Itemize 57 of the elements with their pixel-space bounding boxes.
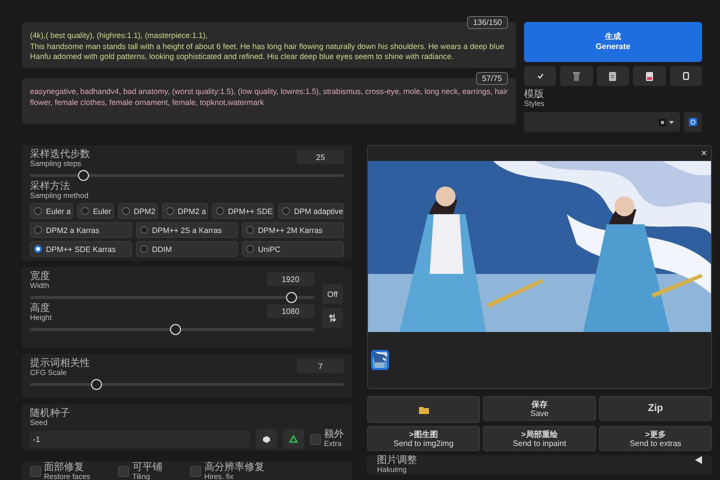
slider-thumb[interactable] bbox=[286, 292, 298, 303]
clear-icon[interactable] bbox=[659, 118, 666, 126]
trash-button[interactable] bbox=[560, 66, 593, 86]
number-field[interactable]: 25 bbox=[297, 150, 344, 164]
radio-button[interactable] bbox=[166, 207, 174, 215]
radio-button[interactable] bbox=[246, 226, 254, 234]
zip-button[interactable]: Zip bbox=[599, 396, 712, 421]
swap-icon bbox=[329, 314, 336, 322]
caret-icon bbox=[669, 120, 674, 124]
slider-thumb[interactable] bbox=[78, 170, 90, 181]
recycle-icon bbox=[289, 434, 298, 444]
dice-button[interactable] bbox=[256, 429, 277, 449]
refresh-button[interactable] bbox=[684, 112, 702, 132]
folder-icon bbox=[418, 406, 428, 414]
trash-icon bbox=[573, 72, 580, 80]
check-icon bbox=[536, 73, 544, 79]
send-button[interactable]: >局部重绘 Send to inpaint bbox=[483, 426, 596, 451]
radio-button[interactable] bbox=[122, 207, 130, 215]
thumbnail[interactable] bbox=[371, 350, 389, 370]
folder-button[interactable] bbox=[367, 396, 480, 423]
radio-button[interactable] bbox=[140, 226, 148, 234]
checkbox[interactable] bbox=[118, 466, 130, 477]
radio-button[interactable] bbox=[34, 207, 42, 215]
radio-button[interactable] bbox=[34, 226, 42, 234]
send-button[interactable]: >图生图 Send to img2img bbox=[367, 426, 480, 451]
save-button[interactable]: 保存 Save bbox=[483, 396, 596, 421]
swap-button[interactable] bbox=[322, 308, 343, 328]
token-counter: 57/75 bbox=[476, 72, 508, 85]
dice-icon bbox=[263, 436, 270, 442]
off-button[interactable]: Off bbox=[322, 284, 343, 304]
radio-button[interactable] bbox=[80, 207, 89, 215]
collapse-icon bbox=[695, 456, 702, 464]
clipboard-icon bbox=[646, 72, 653, 80]
token-counter: 136/150 bbox=[467, 16, 508, 29]
check-button[interactable] bbox=[524, 66, 556, 86]
send-button[interactable]: >更多 Send to extras bbox=[599, 426, 712, 451]
close-icon[interactable] bbox=[701, 150, 707, 156]
number-field[interactable]: 7 bbox=[297, 359, 344, 373]
checkbox[interactable] bbox=[190, 466, 202, 477]
radio-button[interactable] bbox=[140, 245, 148, 253]
refresh-icon bbox=[689, 118, 697, 126]
checkbox[interactable] bbox=[310, 434, 321, 444]
recycle-button[interactable] bbox=[283, 429, 304, 449]
clipboard-button[interactable] bbox=[596, 66, 630, 86]
generate-button[interactable]: 生成 Generate bbox=[524, 22, 702, 62]
checkbox[interactable] bbox=[30, 466, 41, 477]
number-field[interactable]: 1080 bbox=[267, 304, 314, 318]
radio-button[interactable] bbox=[34, 245, 42, 253]
seed-field[interactable]: -1 bbox=[30, 430, 250, 448]
slider-thumb[interactable] bbox=[90, 379, 102, 390]
clipboard-icon bbox=[609, 72, 616, 80]
radio-button[interactable] bbox=[282, 207, 290, 215]
slider-thumb[interactable] bbox=[170, 324, 181, 335]
radio-button[interactable] bbox=[246, 245, 254, 253]
clipboard-button[interactable] bbox=[633, 66, 666, 86]
radio-button[interactable] bbox=[216, 207, 224, 215]
number-field[interactable]: 1920 bbox=[267, 272, 314, 286]
